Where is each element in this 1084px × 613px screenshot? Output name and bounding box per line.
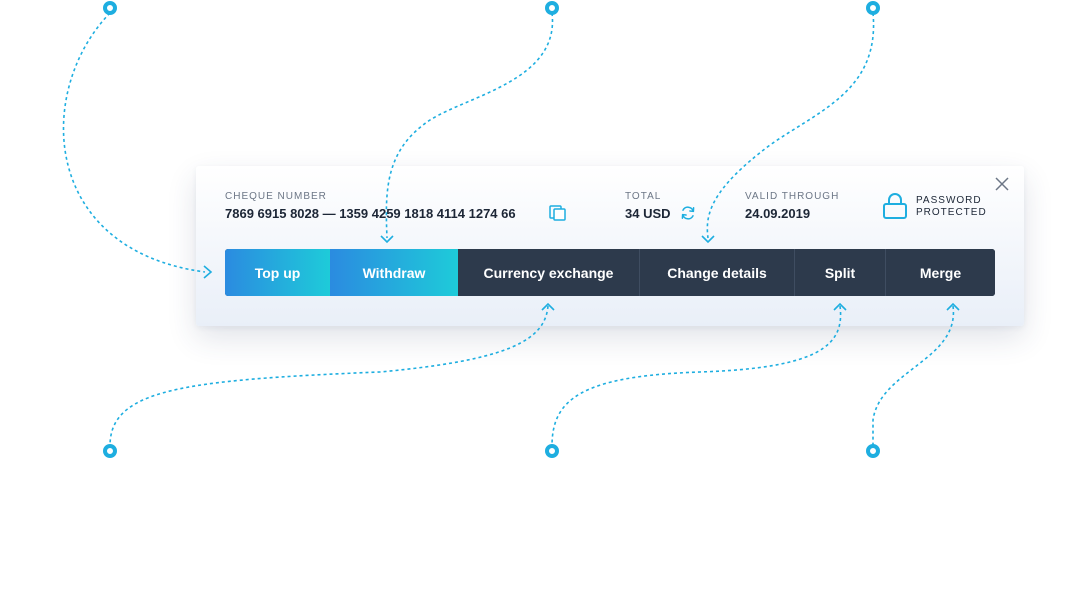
stage: CHEQUE NUMBER 7869 6915 8028 — 1359 4259…	[0, 0, 1084, 613]
total-label: TOTAL	[625, 191, 662, 202]
lock-text-line-1: PASSWORD	[916, 195, 982, 206]
connector-node-change-details	[866, 1, 880, 15]
connector-merge	[872, 305, 955, 446]
valid-through-value: 24.09.2019	[745, 206, 811, 221]
total-value: 34 USD	[625, 206, 671, 221]
tab-withdraw[interactable]: Withdraw	[330, 249, 458, 296]
connector-node-merge	[866, 444, 880, 458]
connector-node-top-up	[103, 1, 117, 15]
refresh-icon[interactable]	[680, 205, 696, 221]
lock-text-line-2: PROTECTED	[916, 207, 987, 218]
valid-through-label: VALID THROUGH	[745, 191, 840, 202]
tab-currency-exchange[interactable]: Currency exchange	[458, 249, 639, 296]
connector-node-split	[545, 444, 559, 458]
copy-icon[interactable]	[549, 205, 567, 221]
action-tab-bar: Top up Withdraw Currency exchange Change…	[225, 249, 995, 296]
connector-node-withdraw	[545, 1, 559, 15]
connector-node-currency-exchange	[103, 444, 117, 458]
close-icon[interactable]	[994, 176, 1010, 192]
cheque-number-label: CHEQUE NUMBER	[225, 191, 327, 202]
connector-split	[551, 305, 842, 447]
cheque-number-value: 7869 6915 8028 — 1359 4259 1818 4114 127…	[225, 206, 516, 221]
tab-split[interactable]: Split	[794, 249, 885, 296]
connector-currency-exchange	[109, 305, 549, 447]
password-protected-text: PASSWORD PROTECTED	[916, 195, 987, 219]
lock-icon	[883, 193, 907, 219]
connector-top-up	[62, 12, 206, 273]
cheque-card: CHEQUE NUMBER 7869 6915 8028 — 1359 4259…	[196, 166, 1024, 326]
tab-merge[interactable]: Merge	[885, 249, 995, 296]
tab-change-details[interactable]: Change details	[639, 249, 794, 296]
tab-top-up[interactable]: Top up	[225, 249, 330, 296]
